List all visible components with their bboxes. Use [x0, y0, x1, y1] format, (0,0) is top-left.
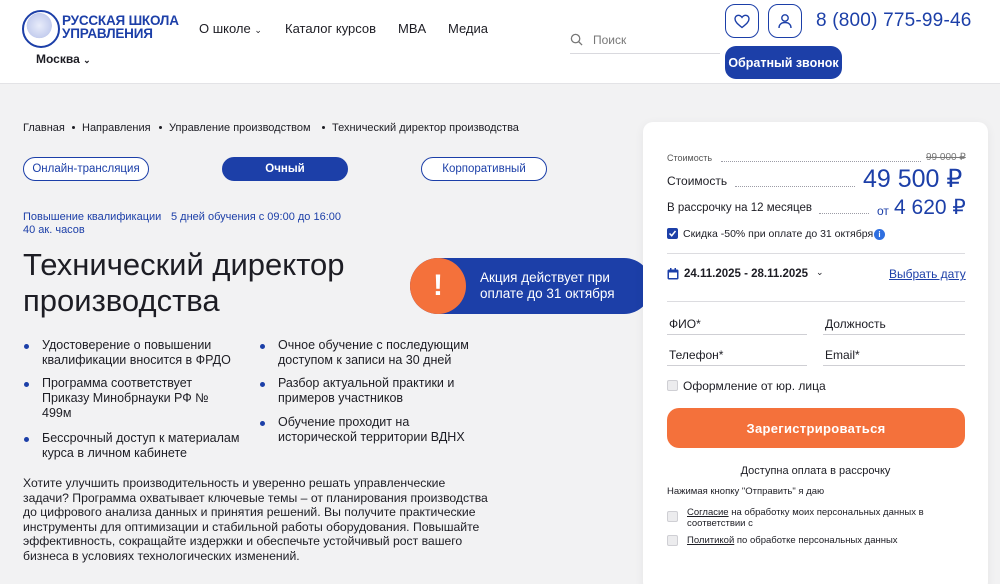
price-leader [735, 186, 855, 187]
policy-checkbox[interactable] [667, 535, 678, 546]
policy-text: Политикой по обработке персональных данн… [687, 535, 898, 546]
callback-button[interactable]: Обратный звонок [725, 46, 842, 79]
phone-number[interactable]: 8 (800) 775-99-46 [816, 10, 972, 32]
promo-text: Акция действует при оплате до 31 октября [480, 270, 615, 301]
format-online-button[interactable]: Онлайн-трансляция [23, 157, 149, 181]
feature-item: Разбор актуальной практики и примеров уч… [278, 376, 455, 405]
feature-item: Программа соответствует Приказу Минобрна… [42, 376, 209, 420]
price-leader [819, 213, 869, 214]
email-field[interactable]: Email* [823, 344, 965, 366]
divider [667, 253, 965, 254]
bullet-dot [260, 344, 265, 349]
nav-item-catalog[interactable]: Каталог курсов [285, 21, 376, 36]
breadcrumb-home[interactable]: Главная [23, 122, 65, 134]
breadcrumb-separator [72, 126, 75, 129]
date-range-select[interactable]: 24.11.2025 - 28.11.2025 [684, 268, 808, 280]
old-price: 99 000 ₽ [926, 152, 966, 163]
format-offline-button[interactable]: Очный [222, 157, 348, 181]
installment-label: В рассрочку на 12 месяцев [667, 202, 812, 214]
check-icon [668, 230, 677, 237]
nav-item-media[interactable]: Медиа [448, 21, 488, 36]
nav-item-mba[interactable]: MBA [398, 21, 426, 36]
favorites-button[interactable] [725, 4, 759, 38]
discount-label: Скидка -50% при оплате до 31 октября [683, 228, 874, 240]
program-type: Повышение квалификации [23, 211, 162, 223]
calendar-icon [667, 268, 679, 280]
divider [667, 301, 965, 302]
program-hours: 40 ак. часов [23, 224, 85, 236]
policy-link[interactable]: Политикой [687, 535, 734, 546]
price-leader [721, 161, 921, 162]
search-icon [570, 33, 583, 46]
feature-item: Удостоверение о повышении квалификации в… [42, 338, 231, 367]
logo-emblem[interactable] [22, 10, 60, 48]
policy-text-body: по обработке персональных данных [736, 535, 898, 546]
discount-checkbox[interactable] [667, 228, 678, 239]
city-label: Москва [36, 52, 80, 66]
chevron-down-icon: ⌄ [83, 55, 91, 65]
registration-card: Стоимость 99 000 ₽ Стоимость 49 500 ₽ В … [643, 122, 988, 584]
promo-banner: ! Акция действует при оплате до 31 октяб… [410, 258, 652, 314]
consent-link[interactable]: Согласие [687, 507, 729, 518]
consent-checkbox[interactable] [667, 511, 678, 522]
breadcrumb-separator [159, 126, 162, 129]
program-schedule: 5 дней обучения с 09:00 до 16:00 [171, 211, 342, 223]
breadcrumb-directions[interactable]: Направления [82, 122, 151, 134]
account-button[interactable] [768, 4, 802, 38]
position-placeholder: Должность [825, 317, 886, 331]
phone-placeholder: Телефон* [669, 348, 724, 362]
chevron-down-icon: ⌄ [816, 267, 824, 277]
program-description: Хотите улучшить производительность и уве… [23, 476, 488, 563]
legal-entity-checkbox[interactable] [667, 380, 678, 391]
user-icon [778, 14, 792, 29]
position-field[interactable]: Должность [823, 313, 965, 335]
site-header: РУССКАЯ ШКОЛА УПРАВЛЕНИЯ Москва ⌄ О школ… [0, 0, 1000, 84]
feature-item: Обучение проходит на исторической террит… [278, 415, 465, 444]
heart-icon [734, 14, 750, 28]
bullet-dot [260, 382, 265, 387]
choose-date-link[interactable]: Выбрать дату [889, 267, 966, 281]
phone-field[interactable]: Телефон* [667, 344, 807, 366]
old-price-label: Стоимость [667, 153, 713, 163]
search-input[interactable]: Поиск [570, 28, 720, 54]
bullet-dot [260, 421, 265, 426]
nav-label: О школе [199, 21, 251, 36]
bullet-dot [24, 344, 29, 349]
bullet-dot [24, 382, 29, 387]
nav-item-about[interactable]: О школе ⌄ [199, 21, 262, 36]
consent-note: Нажимая кнопку "Отправить" я даю [667, 486, 825, 497]
legal-entity-label: Оформление от юр. лица [683, 379, 826, 393]
exclamation-icon: ! [410, 258, 466, 314]
consent-text: Согласие на обработку моих персональных … [687, 507, 957, 529]
fio-placeholder: ФИО* [669, 317, 701, 331]
feature-item: Бессрочный доступ к материалам курса в л… [42, 431, 240, 460]
breadcrumb-separator [322, 126, 325, 129]
email-placeholder: Email* [825, 348, 860, 362]
search-placeholder: Поиск [593, 33, 627, 47]
installment-prefix: от [877, 204, 889, 218]
page-title: Технический директор производства [23, 247, 345, 318]
logo-text[interactable]: РУССКАЯ ШКОЛА УПРАВЛЕНИЯ [62, 14, 192, 41]
breadcrumb-production-management[interactable]: Управление производством [169, 122, 311, 134]
bullet-dot [24, 437, 29, 442]
breadcrumb-current: Технический директор производства [332, 122, 519, 134]
register-button[interactable]: Зарегистрироваться [667, 408, 965, 448]
city-selector[interactable]: Москва ⌄ [36, 52, 91, 66]
format-corporate-button[interactable]: Корпоративный [421, 157, 547, 181]
fio-field[interactable]: ФИО* [667, 313, 807, 335]
installment-note: Доступна оплата в рассрочку [740, 465, 891, 477]
info-icon[interactable]: i [874, 229, 885, 240]
feature-item: Очное обучение с последующим доступом к … [278, 338, 469, 367]
current-price: 49 500 ₽ [863, 165, 963, 193]
chevron-down-icon: ⌄ [254, 25, 262, 35]
installment-price: 4 620 ₽ [894, 196, 966, 219]
price-label: Стоимость [667, 174, 728, 188]
